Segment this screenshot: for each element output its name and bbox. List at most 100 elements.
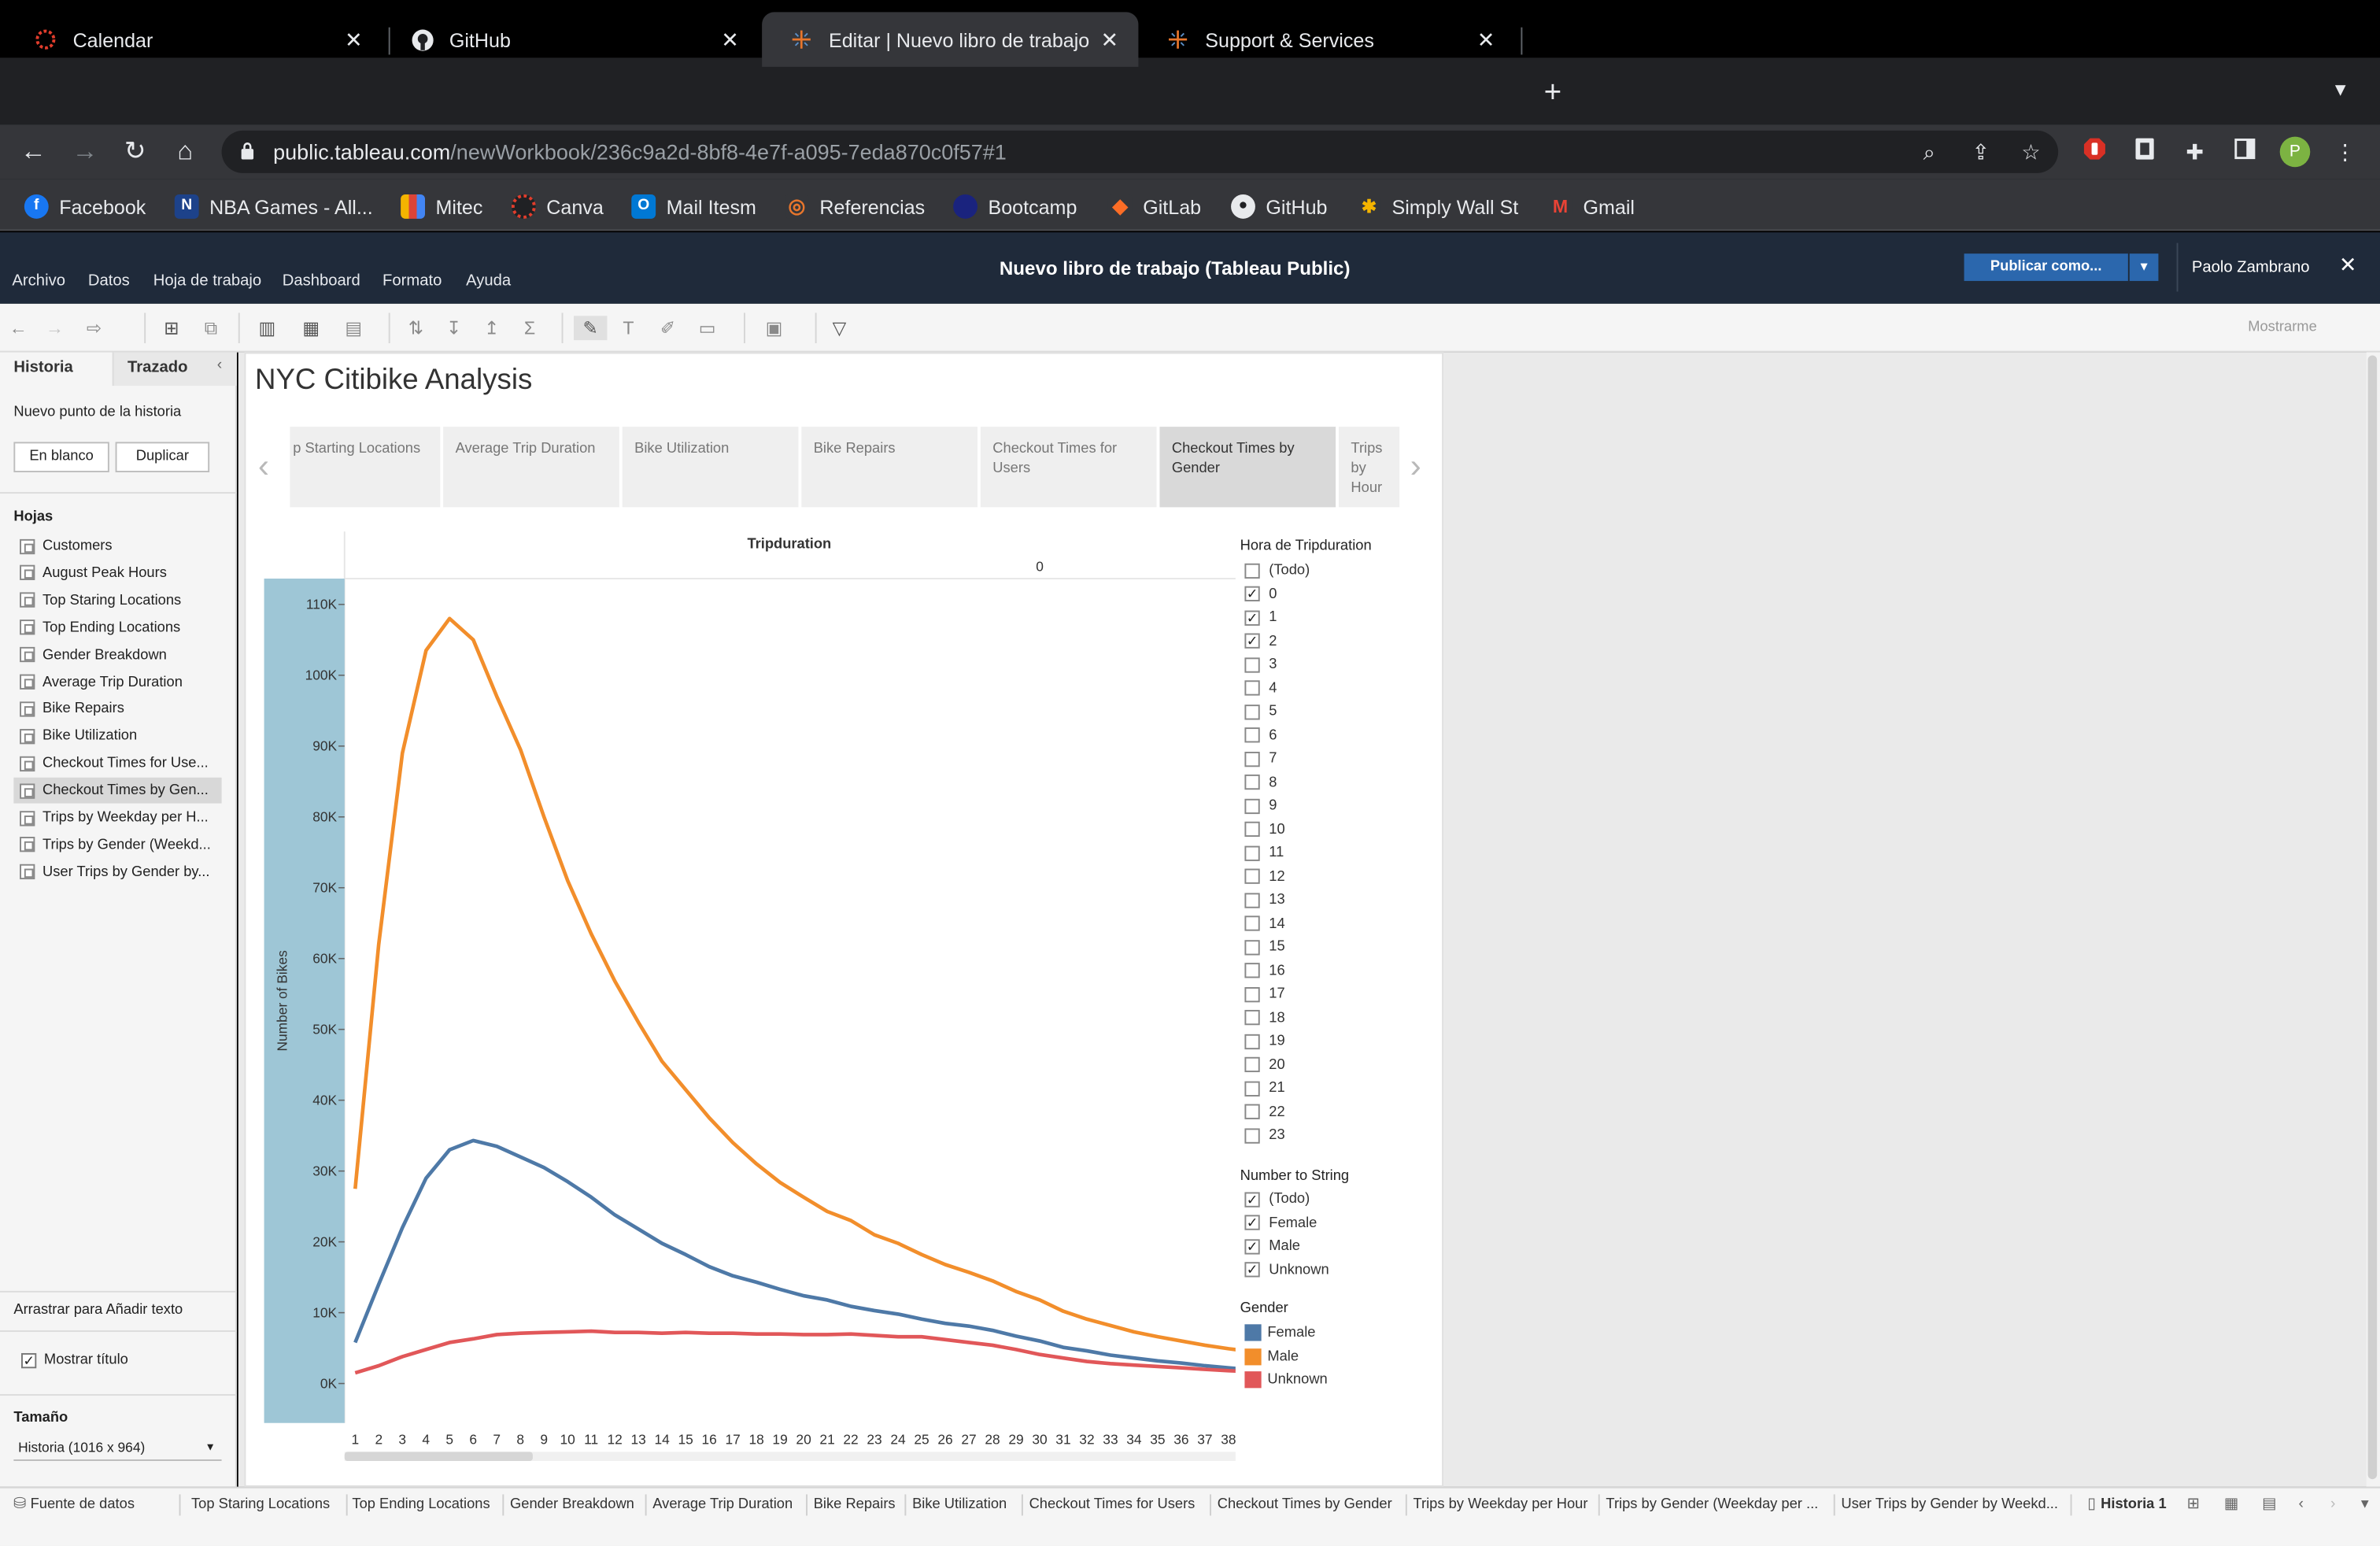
- blank-button[interactable]: En blanco: [13, 442, 109, 473]
- show-title-checkbox[interactable]: ✓: [20, 1352, 37, 1369]
- bookmark-facebook[interactable]: f Facebook: [24, 193, 146, 220]
- hour-filter-item[interactable]: 14: [1244, 913, 1285, 933]
- sheet-tab[interactable]: Top Staring Locations: [191, 1496, 330, 1512]
- tab-search-chevron-icon[interactable]: ▼: [2331, 79, 2349, 100]
- filter-checkbox[interactable]: [1244, 821, 1260, 838]
- new-worksheet-chart-icon[interactable]: ▥: [255, 316, 279, 340]
- story-point[interactable]: Bike Repairs: [801, 427, 978, 508]
- filter-checkbox[interactable]: [1244, 704, 1260, 719]
- sheet-tab[interactable]: Trips by Gender (Weekday per ...: [1606, 1496, 1818, 1512]
- hour-filter-item[interactable]: 13: [1244, 890, 1285, 910]
- sheet-list-item[interactable]: Top Staring Locations: [13, 587, 221, 613]
- filter-checkbox[interactable]: ✓: [1244, 633, 1260, 649]
- series-line-male[interactable]: [353, 616, 1244, 1352]
- hour-filter-item[interactable]: 9: [1244, 796, 1277, 816]
- new-story-icon[interactable]: ▤: [342, 316, 366, 340]
- extension-icon[interactable]: [2130, 137, 2160, 168]
- publish-button[interactable]: Publicar como...: [1964, 253, 2128, 281]
- filter-checkbox[interactable]: ✓: [1244, 1262, 1260, 1278]
- sheet-list-item[interactable]: Checkout Times for Use...: [13, 750, 221, 776]
- string-filter-item[interactable]: ✓ Male: [1244, 1236, 1300, 1256]
- legend-item[interactable]: Female: [1244, 1322, 1315, 1342]
- new-story-icon[interactable]: ▤: [2259, 1496, 2280, 1517]
- filter-checkbox[interactable]: [1244, 727, 1260, 743]
- hour-filter-item[interactable]: 6: [1244, 725, 1277, 745]
- sheet-tab[interactable]: Top Ending Locations: [352, 1496, 490, 1512]
- hour-filter-item[interactable]: ✓ 0: [1244, 584, 1277, 604]
- close-workbook-icon[interactable]: ✕: [2339, 252, 2357, 278]
- sheet-tab[interactable]: Checkout Times for Users: [1029, 1496, 1196, 1512]
- hour-filter-item[interactable]: 12: [1244, 867, 1285, 886]
- filter-checkbox[interactable]: [1244, 1033, 1260, 1049]
- puzzle-extensions-icon[interactable]: ✚: [2179, 137, 2210, 168]
- bookmark-mail-itesm[interactable]: O Mail Itesm: [631, 193, 756, 220]
- new-dashboard-icon[interactable]: ▦: [2220, 1496, 2241, 1517]
- share-icon[interactable]: ⇪: [1965, 137, 1996, 168]
- back-icon[interactable]: ←: [18, 137, 49, 168]
- hour-filter-item[interactable]: 22: [1244, 1102, 1285, 1122]
- fit-icon[interactable]: ▭: [695, 316, 719, 340]
- browser-tab-support[interactable]: Support & Services ✕: [1138, 12, 1514, 66]
- filter-checkbox[interactable]: ✓: [1244, 609, 1260, 625]
- adblock-extension-icon[interactable]: [2079, 137, 2110, 168]
- sheet-tab[interactable]: Average Trip Duration: [652, 1496, 793, 1512]
- story-title[interactable]: NYC Citibike Analysis: [255, 364, 532, 398]
- filter-checkbox[interactable]: [1244, 1080, 1260, 1096]
- filter-checkbox[interactable]: [1244, 868, 1260, 884]
- publish-dropdown-icon[interactable]: ▼: [2129, 253, 2159, 281]
- hour-filter-item[interactable]: 4: [1244, 678, 1277, 697]
- scroll-tabs-right-icon[interactable]: ›: [2323, 1496, 2344, 1517]
- story-prev-arrow-icon[interactable]: ‹: [258, 446, 269, 486]
- user-name[interactable]: Paolo Zambrano: [2192, 258, 2310, 276]
- bookmark-simply-wall-st[interactable]: ✱ Simply Wall St: [1357, 193, 1518, 220]
- sheet-tab[interactable]: Checkout Times by Gender: [1218, 1496, 1392, 1512]
- reload-icon[interactable]: ↻: [120, 137, 150, 168]
- new-worksheet-icon[interactable]: ⊞: [2182, 1496, 2204, 1517]
- sheet-tab[interactable]: Bike Utilization: [912, 1496, 1007, 1512]
- sheet-list-item[interactable]: Top Ending Locations: [13, 615, 221, 641]
- bookmark-referencias[interactable]: ◎ Referencias: [785, 193, 925, 220]
- new-dashboard-icon[interactable]: ▦: [299, 316, 323, 340]
- close-tab-icon[interactable]: ✕: [1093, 27, 1126, 53]
- bookmark-gitlab[interactable]: ◆ GitLab: [1107, 193, 1201, 220]
- bookmark-github[interactable]: ● GitHub: [1231, 193, 1327, 220]
- filter-checkbox[interactable]: [1244, 1104, 1260, 1119]
- data-source-tab[interactable]: Fuente de datos: [31, 1496, 135, 1512]
- hour-filter-item[interactable]: ✓ 1: [1244, 608, 1277, 627]
- sheet-list-item[interactable]: Average Trip Duration: [13, 669, 221, 695]
- filter-checkbox[interactable]: ✓: [1244, 1215, 1260, 1230]
- sheet-list-item[interactable]: Customers: [13, 533, 221, 559]
- menu-formato[interactable]: Formato: [382, 272, 442, 290]
- menu-ayuda[interactable]: Ayuda: [466, 272, 511, 290]
- menu-archivo[interactable]: Archivo: [12, 272, 65, 290]
- drag-text-label[interactable]: Arrastrar para Añadir texto: [13, 1301, 183, 1318]
- collapse-panel-icon[interactable]: ‹: [217, 357, 222, 373]
- redo-icon[interactable]: →: [42, 316, 67, 340]
- string-filter-item[interactable]: ✓ (Todo): [1244, 1189, 1310, 1209]
- sheet-list-item[interactable]: August Peak Hours: [13, 560, 221, 586]
- totals-icon[interactable]: Σ: [518, 316, 542, 340]
- story-point[interactable]: Checkout Times for Users: [980, 427, 1157, 508]
- profile-avatar[interactable]: P: [2279, 136, 2311, 168]
- hour-filter-item[interactable]: 5: [1244, 701, 1277, 721]
- bookmark-nba[interactable]: N NBA Games - All...: [174, 193, 373, 220]
- browser-tab-tableau-edit[interactable]: Editar | Nuevo libro de trabajo ✕: [762, 12, 1139, 67]
- sheet-tab[interactable]: User Trips by Gender by Weekd...: [1841, 1496, 2058, 1512]
- show-me-button[interactable]: Mostrarme: [2248, 319, 2317, 335]
- hour-filter-item[interactable]: 20: [1244, 1055, 1285, 1074]
- bookmark-canva[interactable]: Canva: [511, 193, 604, 220]
- filter-checkbox[interactable]: [1244, 1009, 1260, 1026]
- undo-icon[interactable]: ←: [6, 316, 31, 340]
- series-line-unknown[interactable]: [354, 1329, 1244, 1375]
- annotate-icon[interactable]: ✐: [656, 316, 680, 340]
- filter-checkbox[interactable]: [1244, 797, 1260, 814]
- string-filter-item[interactable]: ✓ Female: [1244, 1213, 1317, 1233]
- filter-checkbox[interactable]: [1244, 915, 1260, 931]
- sheet-tab[interactable]: Trips by Weekday per Hour: [1413, 1496, 1587, 1512]
- tab-list-chevron-icon[interactable]: ▾: [2354, 1496, 2375, 1517]
- device-preview-icon[interactable]: ▣: [762, 316, 786, 340]
- hour-filter-item[interactable]: 7: [1244, 749, 1277, 768]
- sort-desc-icon[interactable]: ↥: [479, 316, 504, 340]
- hour-filter-item[interactable]: 18: [1244, 1008, 1285, 1027]
- filter-checkbox[interactable]: [1244, 774, 1260, 790]
